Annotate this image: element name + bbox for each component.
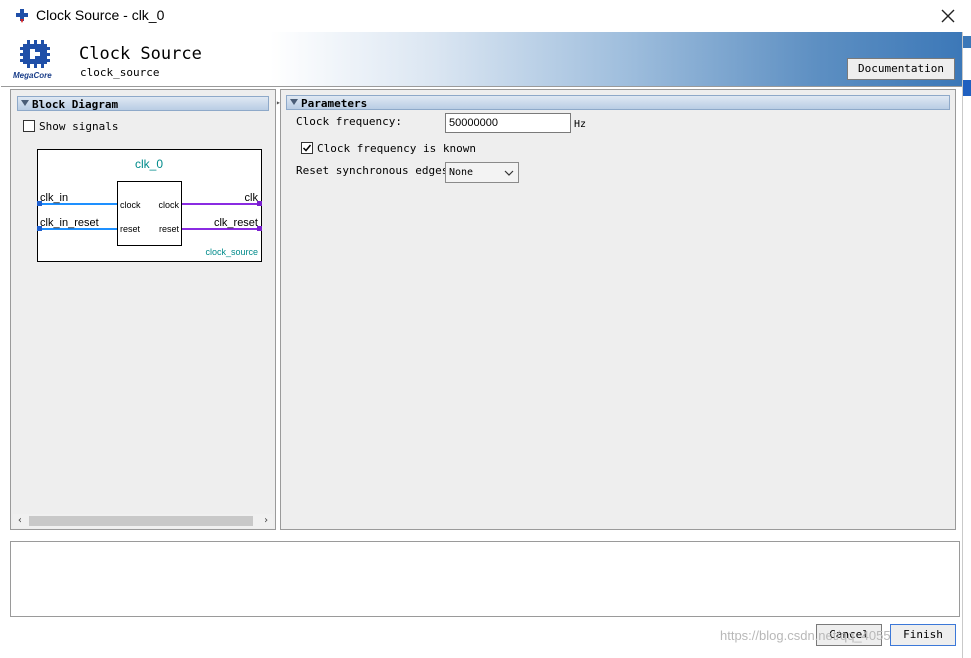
header-banner: MegaCore Clock Source clock_source Docum… [1, 32, 962, 87]
inner-label-reset-in: reset [120, 224, 141, 234]
bg-window-edge [963, 36, 971, 48]
component-subtitle: clock_source [80, 66, 160, 79]
frequency-known-checkbox[interactable] [301, 142, 313, 154]
frequency-known-label: Clock frequency is known [317, 142, 476, 155]
clock-frequency-unit: Hz [574, 119, 587, 130]
chevron-down-icon [504, 170, 514, 176]
bg-window-edge [963, 80, 971, 96]
show-signals-checkbox[interactable] [23, 120, 35, 132]
inner-label-reset-out: reset [159, 224, 180, 234]
parameters-header[interactable]: Parameters [286, 95, 950, 110]
block-diagram-title: Block Diagram [32, 98, 119, 111]
port-label-clk-reset: clk_reset [214, 217, 258, 229]
watermark: https://blog.csdn.net/qq_4055 [720, 628, 891, 643]
inner-label-clock-out: clock [158, 200, 179, 210]
block-diagram-panel: Block Diagram Show signals clk_0 clk_in … [10, 89, 276, 530]
chip-icon [20, 40, 50, 68]
block-diagram-header[interactable]: Block Diagram [17, 96, 269, 111]
close-button[interactable] [936, 4, 960, 28]
megacore-logo: MegaCore [13, 38, 59, 84]
component-title: Clock Source [79, 44, 202, 64]
documentation-button[interactable]: Documentation [847, 58, 955, 80]
title-bar: Clock Source - clk_0 [0, 0, 963, 32]
logo-text: MegaCore [13, 71, 52, 80]
checkmark-icon [302, 144, 312, 152]
inner-label-clock-in: clock [120, 200, 141, 210]
diagram-module-box [117, 181, 182, 246]
reset-edges-value: None [449, 167, 474, 178]
scroll-left-arrow-icon[interactable]: ‹ [13, 514, 27, 528]
message-area [10, 541, 960, 617]
clock-frequency-input[interactable] [445, 113, 571, 133]
parameters-title: Parameters [301, 97, 368, 110]
diagram-module-name: clock_source [205, 247, 258, 257]
app-icon [16, 9, 28, 23]
block-diagram: clk_0 clk_in clk_in_reset clock reset cl… [37, 149, 262, 262]
port-label-clk: clk [245, 192, 259, 204]
parameters-panel: Parameters Clock frequency: Hz Clock fre… [280, 89, 956, 530]
diagram-instance-name: clk_0 [135, 157, 163, 171]
clock-frequency-label: Clock frequency: [296, 115, 402, 128]
collapse-triangle-icon [290, 99, 298, 105]
reset-edges-select[interactable]: None [445, 162, 519, 183]
port-label-clk-in: clk_in [40, 192, 68, 204]
port-label-clk-in-reset: clk_in_reset [40, 217, 99, 229]
scroll-right-arrow-icon[interactable]: › [259, 514, 273, 528]
collapse-triangle-icon [21, 100, 29, 106]
clock-source-dialog: Clock Source - clk_0 MegaCore Clock Sour… [0, 0, 963, 658]
show-signals-label: Show signals [39, 120, 119, 133]
window-title: Clock Source - clk_0 [36, 7, 165, 23]
reset-edges-label: Reset synchronous edges: [296, 164, 455, 177]
horizontal-scrollbar[interactable]: ‹ › [13, 514, 273, 528]
finish-button[interactable]: Finish [890, 624, 956, 646]
close-icon [941, 9, 955, 23]
scrollbar-thumb[interactable] [29, 516, 253, 526]
